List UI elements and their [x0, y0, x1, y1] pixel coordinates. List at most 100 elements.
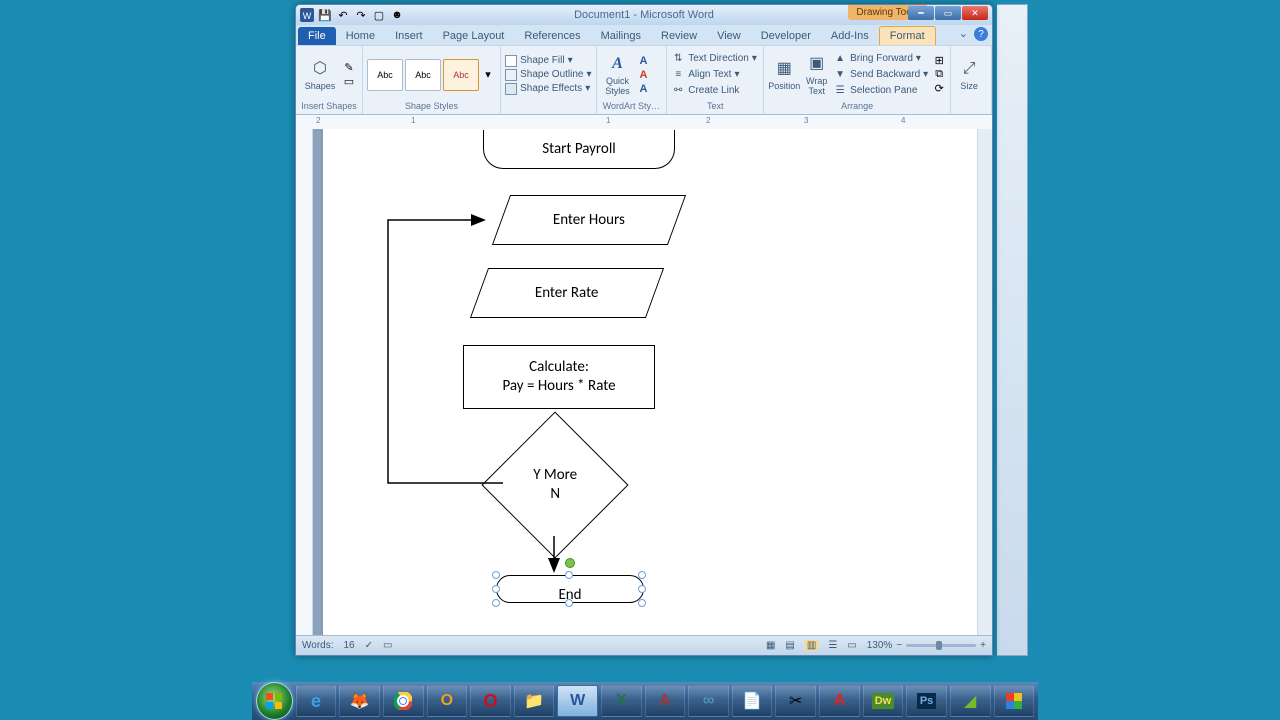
tab-file[interactable]: File	[298, 27, 336, 45]
style-gallery-more-icon[interactable]: ▾	[481, 68, 495, 82]
align-objects-icon[interactable]: ⊞	[932, 54, 946, 68]
taskbar-dreamweaver[interactable]: Dw	[863, 685, 904, 717]
shape-parallelogram-rate[interactable]: Enter Rate	[470, 268, 664, 318]
view-web-layout-icon[interactable]: ▥	[805, 640, 818, 651]
style-swatch-1[interactable]: Abc	[367, 59, 403, 91]
zoom-out-button[interactable]: −	[896, 640, 902, 651]
group-objects-icon[interactable]: ⧉	[932, 68, 946, 82]
shape-decision-more[interactable]: Y More N	[481, 411, 628, 558]
zoom-in-button[interactable]: +	[980, 640, 986, 651]
taskbar-excel[interactable]: X	[601, 685, 642, 717]
edit-shape-icon[interactable]: ✎	[342, 61, 356, 75]
send-backward-button[interactable]: ▼Send Backward ▾	[833, 67, 928, 83]
resize-handle-s[interactable]	[565, 599, 573, 607]
close-button[interactable]: ✕	[962, 6, 988, 20]
shape-outline-button[interactable]: Shape Outline ▾	[505, 68, 591, 82]
tab-view[interactable]: View	[707, 27, 751, 45]
ribbon-minimize-icon[interactable]: ⌄	[959, 27, 968, 41]
tab-references[interactable]: References	[514, 27, 590, 45]
resize-handle-n[interactable]	[565, 571, 573, 579]
taskbar-opera[interactable]: O	[470, 685, 511, 717]
macro-icon[interactable]: ▭	[383, 640, 392, 651]
view-fullscreen-icon[interactable]: ▤	[785, 640, 794, 651]
wrap-text-button[interactable]: ▣Wrap Text	[802, 49, 831, 101]
resize-handle-ne[interactable]	[638, 571, 646, 579]
zoom-slider-thumb[interactable]	[936, 641, 942, 650]
align-text-button[interactable]: ≡Align Text ▾	[671, 67, 757, 83]
folder-icon: 📁	[524, 691, 544, 711]
taskbar-ie[interactable]: e	[296, 685, 337, 717]
tab-home[interactable]: Home	[336, 27, 385, 45]
tab-review[interactable]: Review	[651, 27, 707, 45]
zoom-value[interactable]: 130%	[867, 640, 893, 651]
text-fill-icon[interactable]: A	[637, 54, 651, 68]
style-swatch-3[interactable]: Abc	[443, 59, 479, 91]
start-button[interactable]	[256, 682, 293, 720]
ruler-num: 1	[411, 116, 415, 125]
shape-effects-button[interactable]: Shape Effects ▾	[505, 82, 591, 96]
taskbar-snip[interactable]: ✂	[775, 685, 816, 717]
quick-styles-label: Quick Styles	[601, 77, 635, 97]
resize-handle-e[interactable]	[638, 585, 646, 593]
taskbar-app3[interactable]	[994, 685, 1035, 717]
spellcheck-icon[interactable]: ✓	[365, 640, 373, 651]
tab-addins[interactable]: Add-Ins	[821, 27, 879, 45]
resize-handle-nw[interactable]	[492, 571, 500, 579]
taskbar-app2[interactable]: ◢	[950, 685, 991, 717]
minimize-button[interactable]: ━	[908, 6, 934, 20]
text-outline-icon[interactable]: A	[637, 68, 651, 82]
taskbar-outlook[interactable]: O	[427, 685, 468, 717]
shape-fill-button[interactable]: Shape Fill ▾	[505, 54, 591, 68]
taskbar-acrobat[interactable]: A	[819, 685, 860, 717]
style-swatch-2[interactable]: Abc	[405, 59, 441, 91]
bring-forward-button[interactable]: ▲Bring Forward ▾	[833, 51, 928, 67]
size-button[interactable]: ⤢Size	[955, 49, 983, 101]
shapes-button[interactable]: ⬡ Shapes	[300, 49, 340, 101]
qat-redo-icon[interactable]: ↷	[354, 8, 368, 22]
taskbar-notepad[interactable]: 📄	[732, 685, 773, 717]
quick-styles-button[interactable]: A Quick Styles	[601, 49, 635, 101]
resize-handle-w[interactable]	[492, 585, 500, 593]
zoom-slider[interactable]	[906, 644, 976, 647]
text-box-icon[interactable]: ▭	[342, 75, 356, 89]
create-link-button[interactable]: ⚯Create Link	[671, 83, 757, 99]
selected-shape-frame[interactable]: End	[496, 575, 646, 605]
taskbar-explorer[interactable]: 📁	[514, 685, 555, 717]
vertical-ruler[interactable]	[296, 129, 313, 636]
taskbar-word[interactable]: W	[557, 685, 598, 717]
text-effects-icon[interactable]: A	[637, 82, 651, 96]
words-count[interactable]: 16	[344, 640, 355, 651]
tab-insert[interactable]: Insert	[385, 27, 433, 45]
view-print-layout-icon[interactable]: ▦	[766, 640, 775, 651]
shape-process-calculate[interactable]: Calculate: Pay = Hours * Rate	[463, 345, 655, 409]
maximize-button[interactable]: ▭	[935, 6, 961, 20]
position-button[interactable]: ▦Position	[768, 49, 800, 101]
view-outline-icon[interactable]: ☰	[828, 640, 837, 651]
qat-new-icon[interactable]: ▢	[372, 8, 386, 22]
taskbar-app1[interactable]: ∞	[688, 685, 729, 717]
taskbar-chrome[interactable]	[383, 685, 424, 717]
view-draft-icon[interactable]: ▭	[847, 640, 856, 651]
taskbar-access[interactable]: A	[645, 685, 686, 717]
tab-format[interactable]: Format	[879, 26, 936, 45]
rotate-icon[interactable]: ⟳	[932, 82, 946, 96]
tab-mailings[interactable]: Mailings	[591, 27, 651, 45]
taskbar-photoshop[interactable]: Ps	[906, 685, 947, 717]
qat-save-icon[interactable]: 💾	[318, 8, 332, 22]
selection-pane-button[interactable]: ☰Selection Pane	[833, 83, 928, 99]
shape-parallelogram-hours[interactable]: Enter Hours	[492, 195, 686, 245]
qat-undo-icon[interactable]: ↶	[336, 8, 350, 22]
vertical-scrollbar[interactable]	[977, 129, 992, 636]
tab-page-layout[interactable]: Page Layout	[433, 27, 515, 45]
taskbar-firefox[interactable]: 🦊	[339, 685, 380, 717]
shape-terminator-start[interactable]: Start Payroll	[483, 130, 675, 169]
help-icon[interactable]: ?	[974, 27, 988, 41]
resize-handle-se[interactable]	[638, 599, 646, 607]
tab-developer[interactable]: Developer	[751, 27, 821, 45]
ruler-num: 4	[901, 116, 905, 125]
resize-handle-sw[interactable]	[492, 599, 500, 607]
rotation-handle[interactable]	[565, 558, 575, 568]
page-area[interactable]: Start Payroll Enter Hours Enter Rate Cal…	[313, 129, 977, 636]
text-direction-button[interactable]: ⇅Text Direction ▾	[671, 51, 757, 67]
qat-emoji-icon[interactable]: ☻	[390, 8, 404, 22]
